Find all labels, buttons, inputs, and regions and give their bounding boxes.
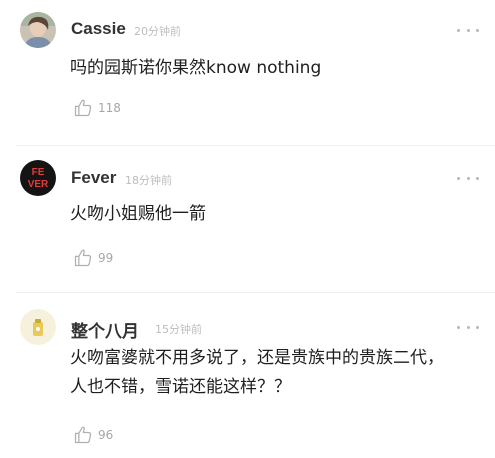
username[interactable]: Cassie bbox=[71, 19, 126, 39]
svg-text:VER: VER bbox=[28, 179, 49, 190]
avatar[interactable]: FE VER bbox=[20, 160, 56, 196]
comment-text: 火吻富婆就不用多说了，还是贵族中的贵族二代， 人也不错，雪诺还能这样？？ bbox=[70, 348, 444, 397]
avatar[interactable] bbox=[20, 12, 56, 48]
thumbs-up-icon bbox=[74, 426, 92, 444]
like-button[interactable]: 99 bbox=[73, 247, 113, 269]
username[interactable]: 整个八月 bbox=[71, 317, 139, 342]
comment-time: 18分钟前 bbox=[125, 174, 172, 187]
avatar-photo bbox=[20, 12, 56, 48]
thumbs-up-icon bbox=[74, 99, 92, 117]
comment-item: 整个八月 15分钟前 火吻富婆就不用多说了，还是贵族中的贵族二代， 人也不错，雪… bbox=[0, 294, 495, 458]
like-count: 118 bbox=[98, 101, 121, 115]
comment-item: FE VER Fever 18分钟前 火吻小姐赐他一箭 99 bbox=[0, 146, 495, 294]
like-count: 96 bbox=[98, 428, 114, 442]
comment-time: 20分钟前 bbox=[134, 25, 181, 38]
comment-time: 15分钟前 bbox=[155, 323, 202, 336]
divider bbox=[16, 292, 495, 293]
thumbs-up-icon bbox=[74, 249, 92, 267]
avatar[interactable] bbox=[20, 309, 56, 345]
comment-text: 火吻小姐赐他一箭 bbox=[70, 204, 206, 224]
username[interactable]: Fever bbox=[71, 168, 116, 188]
like-button[interactable]: 118 bbox=[73, 97, 121, 119]
like-button[interactable]: 96 bbox=[73, 424, 113, 446]
more-icon[interactable] bbox=[457, 174, 479, 182]
more-icon[interactable] bbox=[457, 26, 479, 34]
like-count: 99 bbox=[98, 251, 114, 265]
comment-text: 吗的园斯诺你果然know nothing bbox=[70, 58, 322, 78]
more-icon[interactable] bbox=[457, 323, 479, 331]
avatar-image: FE VER bbox=[20, 160, 56, 196]
comment-item: Cassie 20分钟前 吗的园斯诺你果然know nothing 118 bbox=[0, 0, 495, 146]
avatar-text: FE bbox=[32, 167, 45, 178]
avatar-image bbox=[20, 309, 56, 345]
